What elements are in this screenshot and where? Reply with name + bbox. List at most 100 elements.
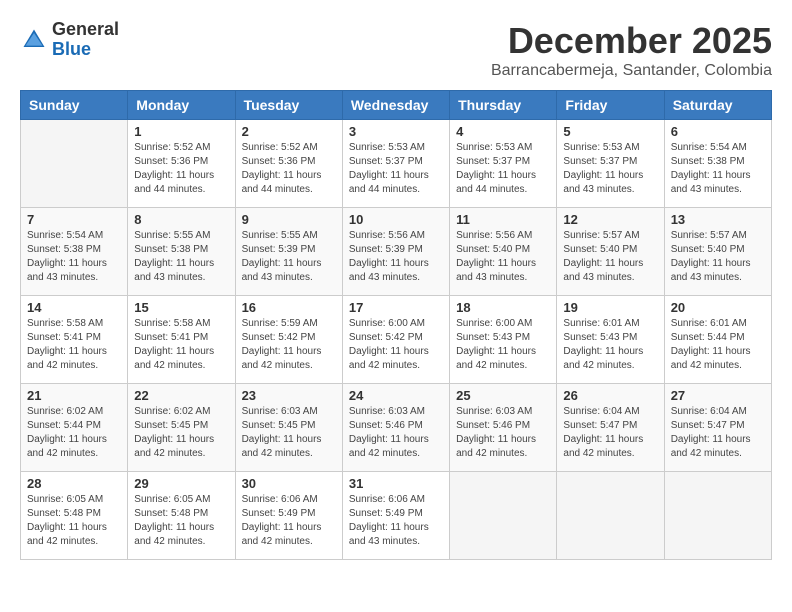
calendar-cell: 25 Sunrise: 6:03 AM Sunset: 5:46 PM Dayli…	[450, 384, 557, 472]
week-row-1: 1 Sunrise: 5:52 AM Sunset: 5:36 PM Daylig…	[21, 120, 772, 208]
calendar-cell: 7 Sunrise: 5:54 AM Sunset: 5:38 PM Daylig…	[21, 208, 128, 296]
day-info: Sunrise: 5:55 AM Sunset: 5:38 PM Dayligh…	[134, 229, 228, 285]
calendar-cell: 28 Sunrise: 6:05 AM Sunset: 5:48 PM Dayli…	[21, 472, 128, 560]
day-info: Sunrise: 6:05 AM Sunset: 5:48 PM Dayligh…	[134, 493, 228, 549]
calendar-cell: 2 Sunrise: 5:52 AM Sunset: 5:36 PM Daylig…	[235, 120, 342, 208]
calendar-header-row: SundayMondayTuesdayWednesdayThursdayFrid…	[21, 91, 772, 120]
day-number: 23	[242, 388, 336, 403]
logo-text: General Blue	[52, 20, 119, 60]
day-info: Sunrise: 6:01 AM Sunset: 5:44 PM Dayligh…	[671, 317, 765, 373]
calendar-cell: 16 Sunrise: 5:59 AM Sunset: 5:42 PM Dayli…	[235, 296, 342, 384]
day-number: 27	[671, 388, 765, 403]
day-number: 16	[242, 300, 336, 315]
calendar-cell: 31 Sunrise: 6:06 AM Sunset: 5:49 PM Dayli…	[342, 472, 449, 560]
day-number: 22	[134, 388, 228, 403]
day-info: Sunrise: 6:02 AM Sunset: 5:44 PM Dayligh…	[27, 405, 121, 461]
calendar-cell: 23 Sunrise: 6:03 AM Sunset: 5:45 PM Dayli…	[235, 384, 342, 472]
logo: General Blue	[20, 20, 119, 60]
day-info: Sunrise: 5:53 AM Sunset: 5:37 PM Dayligh…	[349, 141, 443, 197]
day-number: 17	[349, 300, 443, 315]
day-info: Sunrise: 5:59 AM Sunset: 5:42 PM Dayligh…	[242, 317, 336, 373]
day-number: 8	[134, 212, 228, 227]
calendar-cell: 13 Sunrise: 5:57 AM Sunset: 5:40 PM Dayli…	[664, 208, 771, 296]
day-number: 5	[563, 124, 657, 139]
day-number: 14	[27, 300, 121, 315]
calendar-cell: 18Sunrise: 6:00 AM Sunset: 5:43 PM Dayli…	[450, 296, 557, 384]
day-info: Sunrise: 6:03 AM Sunset: 5:45 PM Dayligh…	[242, 405, 336, 461]
subtitle: Barrancabermeja, Santander, Colombia	[491, 62, 772, 80]
day-number: 31	[349, 476, 443, 491]
calendar-cell: 8 Sunrise: 5:55 AM Sunset: 5:38 PM Daylig…	[128, 208, 235, 296]
day-info: Sunrise: 5:57 AM Sunset: 5:40 PM Dayligh…	[671, 229, 765, 285]
day-number: 6	[671, 124, 765, 139]
day-info: Sunrise: 5:53 AM Sunset: 5:37 PM Dayligh…	[563, 141, 657, 197]
calendar-cell	[21, 120, 128, 208]
day-info: Sunrise: 6:06 AM Sunset: 5:49 PM Dayligh…	[242, 493, 336, 549]
day-number: 10	[349, 212, 443, 227]
calendar-cell: 20Sunrise: 6:01 AM Sunset: 5:44 PM Dayli…	[664, 296, 771, 384]
calendar-cell: 26 Sunrise: 6:04 AM Sunset: 5:47 PM Dayli…	[557, 384, 664, 472]
day-number: 24	[349, 388, 443, 403]
day-info: Sunrise: 6:03 AM Sunset: 5:46 PM Dayligh…	[349, 405, 443, 461]
day-number: 30	[242, 476, 336, 491]
day-number: 18	[456, 300, 550, 315]
calendar-cell: 15Sunrise: 5:58 AM Sunset: 5:41 PM Dayli…	[128, 296, 235, 384]
calendar-header-saturday: Saturday	[664, 91, 771, 120]
day-info: Sunrise: 5:57 AM Sunset: 5:40 PM Dayligh…	[563, 229, 657, 285]
calendar-cell: 14 Sunrise: 5:58 AM Sunset: 5:41 PM Dayli…	[21, 296, 128, 384]
main-title: December 2025	[491, 20, 772, 62]
day-info: Sunrise: 5:58 AM Sunset: 5:41 PM Dayligh…	[27, 317, 121, 373]
calendar-table: SundayMondayTuesdayWednesdayThursdayFrid…	[20, 90, 772, 560]
title-block: December 2025 Barrancabermeja, Santander…	[491, 20, 772, 80]
calendar-cell: 10 Sunrise: 5:56 AM Sunset: 5:39 PM Dayli…	[342, 208, 449, 296]
day-number: 1	[134, 124, 228, 139]
day-number: 28	[27, 476, 121, 491]
calendar-cell: 22 Sunrise: 6:02 AM Sunset: 5:45 PM Dayli…	[128, 384, 235, 472]
calendar-cell: 5 Sunrise: 5:53 AM Sunset: 5:37 PM Daylig…	[557, 120, 664, 208]
day-info: Sunrise: 5:52 AM Sunset: 5:36 PM Dayligh…	[242, 141, 336, 197]
logo-general: General	[52, 19, 119, 39]
day-number: 19	[563, 300, 657, 315]
calendar-cell: 30 Sunrise: 6:06 AM Sunset: 5:49 PM Dayli…	[235, 472, 342, 560]
day-info: Sunrise: 6:01 AM Sunset: 5:43 PM Dayligh…	[563, 317, 657, 373]
calendar-header-friday: Friday	[557, 91, 664, 120]
calendar-cell: 4Sunrise: 5:53 AM Sunset: 5:37 PM Daylig…	[450, 120, 557, 208]
day-info: Sunrise: 5:54 AM Sunset: 5:38 PM Dayligh…	[27, 229, 121, 285]
calendar-cell: 19 Sunrise: 6:01 AM Sunset: 5:43 PM Dayli…	[557, 296, 664, 384]
week-row-4: 21 Sunrise: 6:02 AM Sunset: 5:44 PM Dayli…	[21, 384, 772, 472]
calendar-cell: 17Sunrise: 6:00 AM Sunset: 5:42 PM Dayli…	[342, 296, 449, 384]
calendar-cell: 1 Sunrise: 5:52 AM Sunset: 5:36 PM Daylig…	[128, 120, 235, 208]
calendar-cell	[664, 472, 771, 560]
day-number: 13	[671, 212, 765, 227]
calendar-cell: 11Sunrise: 5:56 AM Sunset: 5:40 PM Dayli…	[450, 208, 557, 296]
day-info: Sunrise: 6:02 AM Sunset: 5:45 PM Dayligh…	[134, 405, 228, 461]
logo-blue: Blue	[52, 39, 91, 59]
calendar-header-sunday: Sunday	[21, 91, 128, 120]
calendar-header-wednesday: Wednesday	[342, 91, 449, 120]
calendar-cell	[450, 472, 557, 560]
calendar-cell: 21 Sunrise: 6:02 AM Sunset: 5:44 PM Dayli…	[21, 384, 128, 472]
day-number: 12	[563, 212, 657, 227]
day-info: Sunrise: 6:05 AM Sunset: 5:48 PM Dayligh…	[27, 493, 121, 549]
day-number: 21	[27, 388, 121, 403]
day-info: Sunrise: 6:03 AM Sunset: 5:46 PM Dayligh…	[456, 405, 550, 461]
day-info: Sunrise: 5:52 AM Sunset: 5:36 PM Dayligh…	[134, 141, 228, 197]
day-info: Sunrise: 6:04 AM Sunset: 5:47 PM Dayligh…	[563, 405, 657, 461]
calendar-cell	[557, 472, 664, 560]
calendar-header-tuesday: Tuesday	[235, 91, 342, 120]
calendar-header-thursday: Thursday	[450, 91, 557, 120]
day-number: 29	[134, 476, 228, 491]
calendar-cell: 24 Sunrise: 6:03 AM Sunset: 5:46 PM Dayli…	[342, 384, 449, 472]
day-number: 4	[456, 124, 550, 139]
day-number: 2	[242, 124, 336, 139]
calendar-cell: 6Sunrise: 5:54 AM Sunset: 5:38 PM Daylig…	[664, 120, 771, 208]
day-number: 26	[563, 388, 657, 403]
day-info: Sunrise: 6:06 AM Sunset: 5:49 PM Dayligh…	[349, 493, 443, 549]
page-header: General Blue December 2025 Barrancaberme…	[20, 20, 772, 80]
day-info: Sunrise: 5:56 AM Sunset: 5:39 PM Dayligh…	[349, 229, 443, 285]
day-number: 25	[456, 388, 550, 403]
day-info: Sunrise: 6:04 AM Sunset: 5:47 PM Dayligh…	[671, 405, 765, 461]
day-number: 7	[27, 212, 121, 227]
calendar-cell: 12 Sunrise: 5:57 AM Sunset: 5:40 PM Dayli…	[557, 208, 664, 296]
logo-icon	[20, 26, 48, 54]
